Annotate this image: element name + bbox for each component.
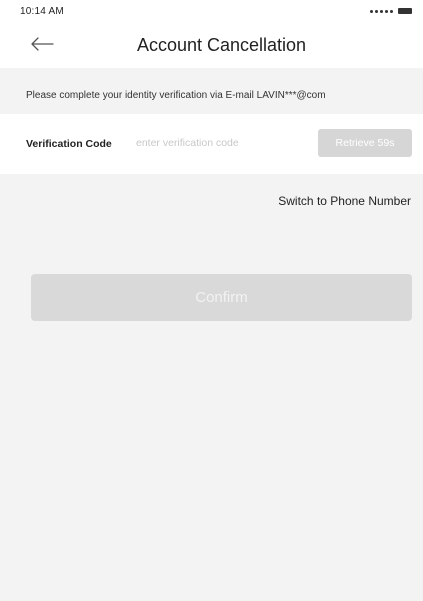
switch-to-phone-link[interactable]: Switch to Phone Number	[278, 194, 411, 208]
header: 10:14 AM Account Cancellation	[0, 0, 423, 68]
verification-code-input[interactable]	[136, 132, 306, 154]
page-title: Account Cancellation	[136, 35, 307, 55]
verification-info-bar: Please complete your identity verificati…	[0, 78, 423, 112]
verification-code-label: Verification Code	[26, 138, 112, 150]
verification-code-row: Verification Code Retrieve 59s	[0, 114, 423, 174]
retrieve-code-button[interactable]: Retrieve 59s	[318, 129, 412, 157]
verification-instruction: Please complete your identity verificati…	[26, 89, 326, 101]
signal-dots-icon	[370, 10, 393, 13]
account-cancellation-screen: 10:14 AM Account Cancellation Please com…	[0, 0, 423, 601]
status-time: 10:14 AM	[20, 6, 64, 17]
confirm-button[interactable]: Confirm	[31, 274, 412, 321]
battery-icon	[398, 8, 412, 14]
